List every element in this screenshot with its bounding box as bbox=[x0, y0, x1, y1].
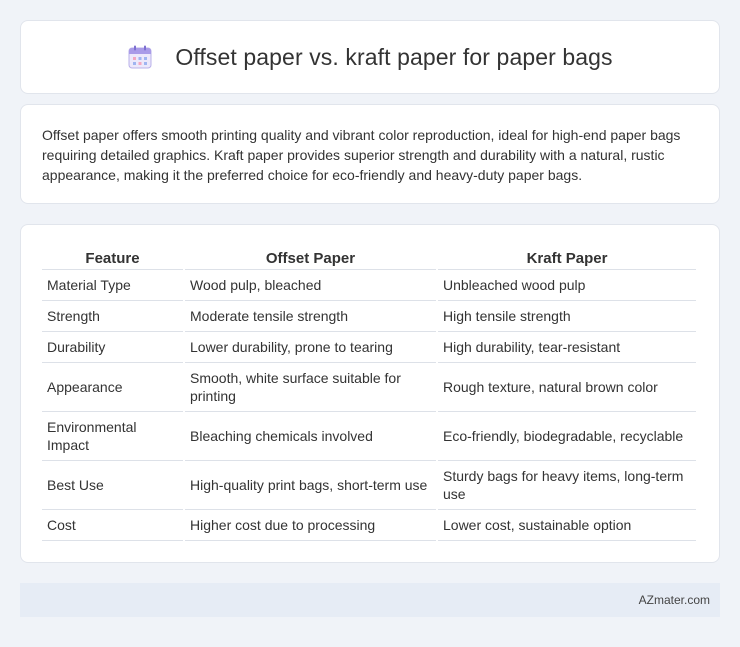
table-row: Durability Lower durability, prone to te… bbox=[42, 332, 696, 363]
kraft-cell: Unbleached wood pulp bbox=[438, 270, 696, 301]
feature-cell: Best Use bbox=[42, 461, 183, 510]
footer-source-text: AZmater.com bbox=[638, 593, 710, 607]
table-row: Appearance Smooth, white surface suitabl… bbox=[42, 363, 696, 412]
offset-cell: Wood pulp, bleached bbox=[185, 270, 436, 301]
feature-cell: Strength bbox=[42, 301, 183, 332]
summary-text: Offset paper offers smooth printing qual… bbox=[42, 127, 681, 183]
feature-cell: Environmental Impact bbox=[42, 412, 183, 461]
kraft-cell: Lower cost, sustainable option bbox=[438, 510, 696, 541]
offset-cell: Moderate tensile strength bbox=[185, 301, 436, 332]
kraft-cell: Sturdy bags for heavy items, long-term u… bbox=[438, 461, 696, 510]
summary-card: Offset paper offers smooth printing qual… bbox=[20, 104, 720, 204]
comparison-table-card: Feature Offset Paper Kraft Paper Materia… bbox=[20, 224, 720, 563]
offset-cell: Bleaching chemicals involved bbox=[185, 412, 436, 461]
kraft-cell: Rough texture, natural brown color bbox=[438, 363, 696, 412]
offset-cell: High-quality print bags, short-term use bbox=[185, 461, 436, 510]
table-header-row: Feature Offset Paper Kraft Paper bbox=[42, 246, 696, 270]
kraft-cell: High durability, tear-resistant bbox=[438, 332, 696, 363]
table-row: Strength Moderate tensile strength High … bbox=[42, 301, 696, 332]
calendar-icon bbox=[127, 44, 153, 70]
feature-cell: Appearance bbox=[42, 363, 183, 412]
feature-cell: Durability bbox=[42, 332, 183, 363]
table-row: Best Use High-quality print bags, short-… bbox=[42, 461, 696, 510]
table-row: Material Type Wood pulp, bleached Unblea… bbox=[42, 270, 696, 301]
offset-cell: Higher cost due to processing bbox=[185, 510, 436, 541]
feature-cell: Cost bbox=[42, 510, 183, 541]
header-offset-paper: Offset Paper bbox=[185, 246, 436, 270]
footer: AZmater.com bbox=[20, 583, 720, 617]
offset-cell: Lower durability, prone to tearing bbox=[185, 332, 436, 363]
title-card: Offset paper vs. kraft paper for paper b… bbox=[20, 20, 720, 94]
page-title: Offset paper vs. kraft paper for paper b… bbox=[175, 43, 613, 70]
comparison-table: Feature Offset Paper Kraft Paper Materia… bbox=[40, 246, 698, 541]
table-row: Cost Higher cost due to processing Lower… bbox=[42, 510, 696, 541]
kraft-cell: High tensile strength bbox=[438, 301, 696, 332]
table-row: Environmental Impact Bleaching chemicals… bbox=[42, 412, 696, 461]
offset-cell: Smooth, white surface suitable for print… bbox=[185, 363, 436, 412]
feature-cell: Material Type bbox=[42, 270, 183, 301]
kraft-cell: Eco-friendly, biodegradable, recyclable bbox=[438, 412, 696, 461]
header-feature: Feature bbox=[42, 246, 183, 270]
header-kraft-paper: Kraft Paper bbox=[438, 246, 696, 270]
